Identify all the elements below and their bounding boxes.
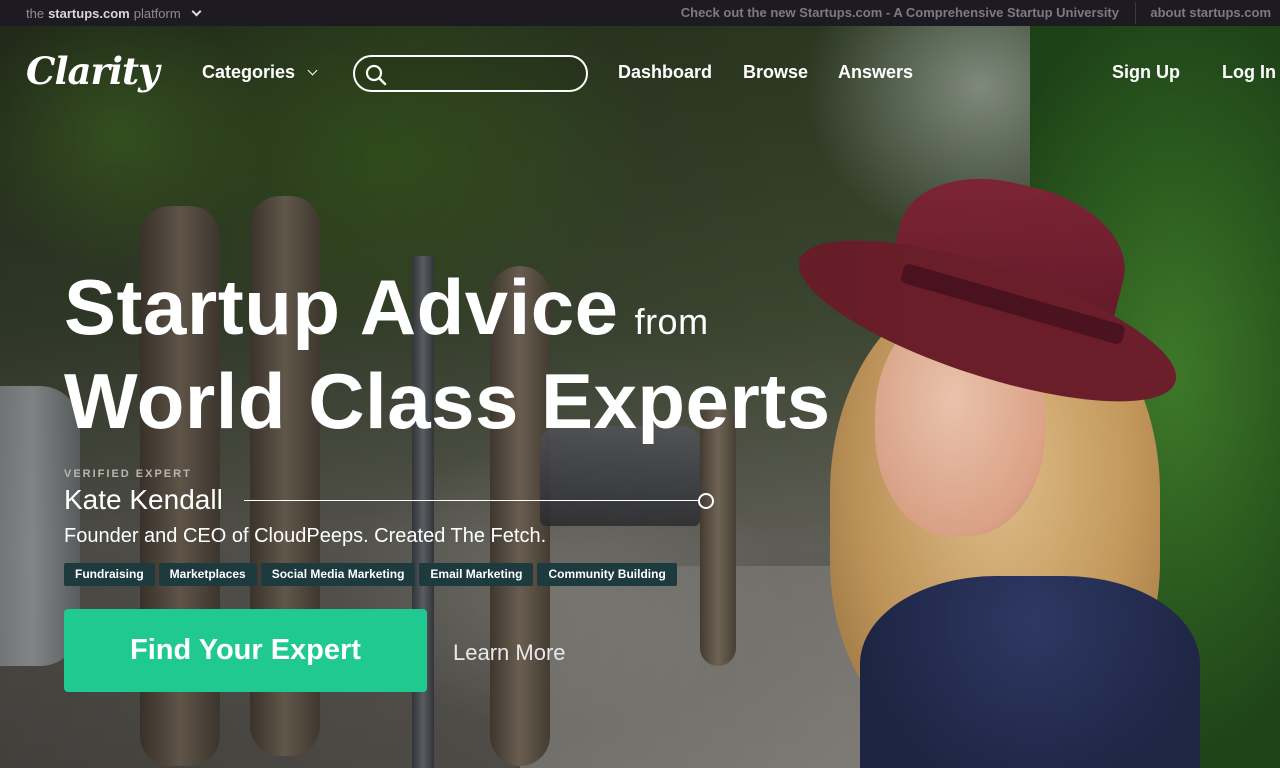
topbar-divider xyxy=(1135,2,1136,24)
sign-up-link[interactable]: Sign Up xyxy=(1112,62,1180,83)
expert-connector-line xyxy=(244,500,699,501)
search-box[interactable] xyxy=(353,55,588,92)
categories-dropdown[interactable]: Categories xyxy=(202,62,318,83)
nav-browse[interactable]: Browse xyxy=(743,62,808,83)
hero-headline-line-2: World Class Experts xyxy=(64,357,831,445)
expert-tag[interactable]: Email Marketing xyxy=(419,563,534,586)
expert-tag[interactable]: Social Media Marketing xyxy=(260,563,416,586)
categories-label: Categories xyxy=(202,62,296,82)
find-your-expert-button[interactable]: Find Your Expert xyxy=(64,609,427,692)
learn-more-link[interactable]: Learn More xyxy=(453,640,566,666)
clarity-logo[interactable]: Clarity xyxy=(26,49,160,93)
main-nav: Clarity Categories Dashboard Browse Answ… xyxy=(0,26,1280,120)
chevron-down-icon xyxy=(191,6,202,16)
platform-suffix: platform xyxy=(133,5,181,21)
nav-answers[interactable]: Answers xyxy=(838,62,913,83)
expert-tag[interactable]: Marketplaces xyxy=(158,563,257,586)
expert-description: Founder and CEO of CloudPeeps. Created T… xyxy=(64,525,547,547)
headline-from: from xyxy=(634,301,709,342)
search-icon xyxy=(365,64,387,86)
expert-tag[interactable]: Community Building xyxy=(537,563,677,586)
platform-name: startups.com xyxy=(48,5,130,21)
platform-switcher[interactable]: the startups.com platform xyxy=(0,5,202,21)
verified-expert-label: VERIFIED EXPERT xyxy=(64,468,192,480)
expert-name[interactable]: Kate Kendall xyxy=(64,484,223,516)
hero-headline-line-1: Startup Advice from xyxy=(64,262,709,353)
startups-university-link[interactable]: Check out the new Startups.com - A Compr… xyxy=(681,0,1119,26)
search-input[interactable] xyxy=(395,61,575,86)
expert-tag[interactable]: Fundraising xyxy=(64,563,155,586)
headline-startup-advice: Startup Advice xyxy=(64,263,619,351)
log-in-link[interactable]: Log In xyxy=(1222,62,1276,83)
chevron-down-icon xyxy=(307,65,318,76)
platform-bar: the startups.com platform Check out the … xyxy=(0,0,1280,26)
platform-prefix: the xyxy=(26,5,45,21)
nav-dashboard[interactable]: Dashboard xyxy=(618,62,712,83)
about-startups-link[interactable]: about startups.com xyxy=(1150,0,1271,26)
expert-tags: Fundraising Marketplaces Social Media Ma… xyxy=(64,563,677,586)
expert-connector-dot xyxy=(698,493,714,509)
